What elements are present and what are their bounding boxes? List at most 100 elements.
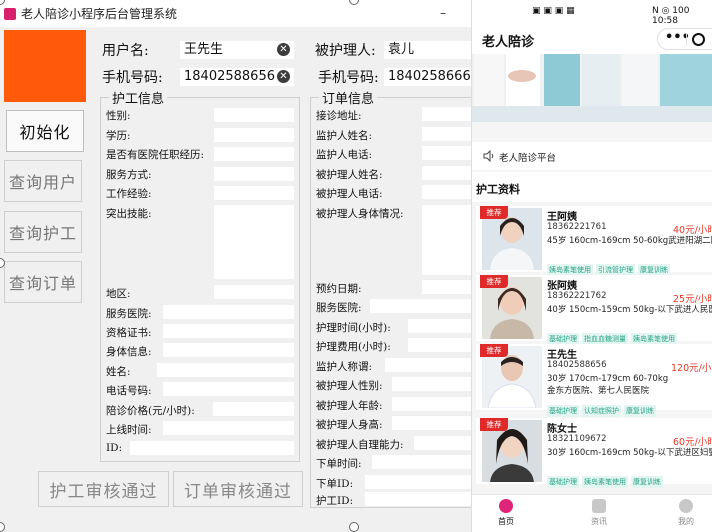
status-system-info: N ◎ 100 10:58 <box>652 6 690 26</box>
mini-program-nav-bar: 老人陪诊 ••• <box>472 24 712 54</box>
tab-profile-label: 我的 <box>678 517 694 526</box>
caregiver-name: 张阿姨 <box>547 281 577 292</box>
caregiver-name: 陈女士 <box>547 424 577 435</box>
bottom-tab-bar: 首页 资讯 我的 <box>472 494 712 532</box>
ord-self-care-label: 被护理人自理能力: <box>316 439 404 451</box>
ord-patient-condition-textarea[interactable] <box>422 205 471 275</box>
cg-online-time-input[interactable] <box>163 421 294 435</box>
phone-screenshot: ▣ ▣ ▣ ▦ N ◎ 100 10:58 老人陪诊 ••• 老人陪诊平台 护工… <box>471 0 712 532</box>
tab-home[interactable]: 首页 <box>486 499 526 527</box>
caregiver-name: 王先生 <box>547 350 577 361</box>
cg-education-label: 学历: <box>106 130 131 142</box>
cg-service-mode-input[interactable] <box>214 167 294 181</box>
caregiver-price: 120元/小时 <box>671 363 712 374</box>
notice-text: 老人陪诊平台 <box>499 153 557 164</box>
ord-hospital-label: 服务医院: <box>316 302 362 314</box>
caregiver-info-legend: 护工信息 <box>112 92 165 107</box>
caregiver-details: 30岁 170cm-179cm 60-70kg <box>547 374 669 384</box>
order-info-legend: 订单信息 <box>322 92 375 107</box>
ord-patient-phone-input[interactable] <box>422 185 471 199</box>
cg-skills-label: 突出技能: <box>106 208 152 220</box>
ord-care-fee-label: 护理费用(小时): <box>316 341 391 353</box>
caregiver-card[interactable]: 推荐 王先生 18402588656 120元/小时 30岁 170cm-179… <box>476 344 712 417</box>
cg-experience-label: 工作经验: <box>106 188 152 200</box>
ord-patient-gender-label: 被护理人性别: <box>316 380 383 392</box>
capsule-divider <box>686 33 687 46</box>
window-title: 老人陪诊小程序后台管理系统 <box>21 7 178 21</box>
resize-handle-bottom-middle[interactable] <box>349 522 359 532</box>
app-logo-icon <box>4 7 16 20</box>
caregiver-card[interactable]: 推荐 陈女士 18321109672 60元/小时 30岁 160cm-169c… <box>476 418 712 488</box>
cg-education-input[interactable] <box>214 128 294 142</box>
ord-hospital-input[interactable] <box>370 299 471 313</box>
banner-image[interactable] <box>472 54 712 122</box>
recommend-badge: 推荐 <box>480 344 508 357</box>
ord-care-hours-input[interactable] <box>408 319 471 333</box>
cg-hospital-input[interactable] <box>163 305 294 319</box>
tab-news[interactable]: 资讯 <box>579 499 619 527</box>
ord-patient-condition-label: 被护理人身体情况: <box>316 208 404 220</box>
tab-profile[interactable]: 我的 <box>666 499 706 527</box>
recommend-badge: 推荐 <box>480 418 508 431</box>
query-caregivers-button[interactable]: 查询护工 <box>4 211 82 253</box>
ord-guardian-title-label: 监护人称谓: <box>316 361 373 373</box>
cg-price-input[interactable] <box>213 402 294 416</box>
caregiver-card[interactable]: 推荐 王阿姨 18362221761 40元/小时 45岁 160cm-169c… <box>476 206 712 276</box>
ord-patient-name-input[interactable] <box>422 166 471 180</box>
ord-guardian-title-input[interactable] <box>385 358 471 372</box>
cg-phone-input[interactable] <box>163 382 294 396</box>
patient-phone-label: 手机号码: <box>318 70 379 86</box>
caregiver-phone: 18362221761 <box>547 222 607 232</box>
query-orders-button[interactable]: 查询订单 <box>4 261 82 303</box>
patient-input[interactable]: 袁儿 <box>384 41 471 59</box>
cg-name-input[interactable] <box>157 363 294 377</box>
recommend-badge: 推荐 <box>480 275 508 288</box>
close-mini-program-icon[interactable] <box>692 33 705 46</box>
ord-caregiver-id-input[interactable] <box>365 492 471 506</box>
clear-phone-icon[interactable]: ✕ <box>277 70 290 83</box>
tab-home-label: 首页 <box>498 517 514 526</box>
profile-icon <box>679 499 693 513</box>
cg-body-info-input[interactable] <box>163 343 294 357</box>
cg-experience-input[interactable] <box>214 186 294 200</box>
ord-patient-gender-input[interactable] <box>392 377 471 391</box>
ord-guardian-phone-input[interactable] <box>422 146 471 160</box>
clear-user-name-icon[interactable]: ✕ <box>277 43 290 56</box>
ord-care-hours-label: 护理时间(小时): <box>316 322 391 334</box>
cg-certificate-label: 资格证书: <box>106 327 152 339</box>
caregiver-section-header: 护工资料 <box>472 172 712 202</box>
ord-address-input[interactable] <box>422 107 471 121</box>
minimize-button[interactable]: – <box>440 7 450 19</box>
cg-region-input[interactable] <box>214 285 294 299</box>
cg-skills-textarea[interactable] <box>214 205 294 279</box>
approve-order-button[interactable]: 订单审核通过 <box>173 471 303 507</box>
caregiver-card[interactable]: 推荐 张阿姨 18362221762 25元/小时 40岁 150cm-159c… <box>476 275 712 345</box>
caregiver-tags: 基础护理 姨岛素笔使用 康复训练 <box>547 469 666 488</box>
ord-self-care-input[interactable] <box>414 436 471 450</box>
logo-image-placeholder <box>4 30 86 102</box>
caregiver-tags: 基础护理 认知症照护 康复训练 <box>547 398 659 417</box>
cg-certificate-input[interactable] <box>163 324 294 338</box>
cg-body-info-label: 身体信息: <box>106 346 152 358</box>
cg-gender-input[interactable] <box>214 108 294 122</box>
cg-id-input[interactable] <box>130 441 294 455</box>
init-button[interactable]: 初始化 <box>6 110 84 152</box>
ord-patient-age-input[interactable] <box>392 397 471 411</box>
ord-order-id-input[interactable] <box>365 475 471 489</box>
notice-bar[interactable]: 老人陪诊平台 <box>472 142 712 170</box>
approve-caregiver-button[interactable]: 护工审核通过 <box>38 471 169 507</box>
ord-order-time-input[interactable] <box>372 455 471 469</box>
title-bar: 老人陪诊小程序后台管理系统 – <box>0 0 471 27</box>
caregiver-tags: 姨岛素笔使用 引流管护理 康复训练 <box>547 257 673 276</box>
skill-tag: 康复训练 <box>631 476 663 488</box>
patient-phone-input[interactable]: 18402586666 <box>384 68 471 86</box>
query-users-button[interactable]: 查询用户 <box>4 160 82 202</box>
cg-name-label: 姓名: <box>106 366 131 378</box>
ord-patient-height-input[interactable] <box>392 416 471 430</box>
cg-hospital-exp-input[interactable] <box>214 147 294 161</box>
user-name-label: 用户名: <box>102 43 149 59</box>
ord-guardian-name-input[interactable] <box>422 127 471 141</box>
ord-care-fee-input[interactable] <box>408 338 471 352</box>
ord-appointment-date-input[interactable] <box>422 280 471 294</box>
ord-address-label: 接诊地址: <box>316 110 362 122</box>
